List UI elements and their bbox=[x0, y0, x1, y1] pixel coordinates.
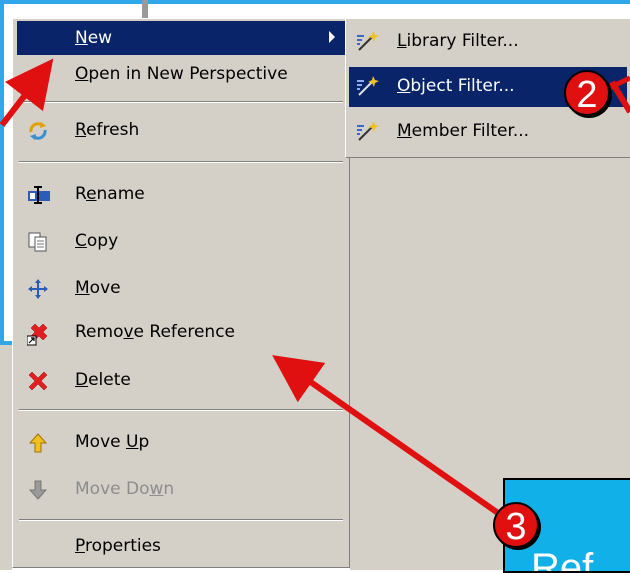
context-menu: New Open in New Perspective Refresh Rena… bbox=[12, 18, 350, 568]
submenu-arrow-icon bbox=[329, 31, 335, 43]
submenu-item-library-filter[interactable]: Library Filter... bbox=[349, 22, 627, 62]
callout-text: Ref bbox=[531, 546, 594, 573]
menu-separator bbox=[19, 101, 343, 103]
filter-wand-icon bbox=[355, 75, 381, 99]
filter-wand-icon bbox=[355, 30, 381, 54]
menu-item-label: Refresh bbox=[75, 120, 140, 140]
menu-item-rename[interactable]: Rename bbox=[17, 177, 345, 211]
menu-item-copy[interactable]: Copy bbox=[17, 224, 345, 258]
background-scrollbar-strip bbox=[142, 0, 148, 18]
menu-item-label: Remove Reference bbox=[75, 322, 235, 342]
delete-icon bbox=[27, 370, 49, 392]
menu-item-label: Open in New Perspective bbox=[75, 64, 288, 84]
menu-item-label: Move bbox=[75, 278, 121, 298]
rename-icon bbox=[27, 184, 50, 206]
background-frame-line-top bbox=[0, 0, 630, 4]
remove-reference-icon bbox=[26, 322, 49, 346]
menu-item-label: Move Up bbox=[75, 432, 150, 452]
menu-item-move[interactable]: Move bbox=[17, 271, 345, 305]
menu-item-refresh[interactable]: Refresh bbox=[17, 113, 345, 147]
menu-item-label: Delete bbox=[75, 370, 131, 390]
menu-item-label: Properties bbox=[75, 536, 161, 556]
menu-item-remove-reference[interactable]: Remove Reference bbox=[17, 315, 345, 349]
submenu-item-member-filter[interactable]: Member Filter... bbox=[349, 112, 627, 152]
menu-item-move-up[interactable]: Move Up bbox=[17, 425, 345, 459]
menu-item-delete[interactable]: Delete bbox=[17, 363, 345, 397]
menu-item-label: Copy bbox=[75, 231, 119, 251]
background-panel-left bbox=[0, 345, 12, 570]
callout-badge-3: 3 bbox=[493, 502, 539, 548]
menu-separator bbox=[19, 409, 343, 411]
menu-separator bbox=[19, 161, 343, 163]
submenu-item-label: Object Filter... bbox=[397, 76, 515, 96]
menu-item-properties[interactable]: Properties bbox=[17, 529, 345, 563]
arrow-down-icon bbox=[27, 479, 49, 501]
callout-badge-2: 2 bbox=[564, 70, 610, 116]
arrow-up-icon bbox=[27, 432, 49, 454]
menu-item-label: Move Down bbox=[75, 479, 175, 499]
menu-item-label: New bbox=[75, 28, 113, 48]
copy-icon bbox=[27, 231, 49, 253]
refresh-icon bbox=[27, 120, 49, 142]
submenu-item-label: Member Filter... bbox=[397, 121, 530, 141]
menu-item-new[interactable]: New bbox=[17, 21, 345, 55]
submenu-item-label: Library Filter... bbox=[397, 31, 519, 51]
menu-item-move-down: Move Down bbox=[17, 472, 345, 506]
background-frame-line-left bbox=[0, 0, 4, 345]
filter-wand-icon bbox=[355, 120, 381, 144]
menu-item-label: Rename bbox=[75, 184, 145, 204]
menu-separator bbox=[19, 519, 343, 521]
menu-item-open-in-new-perspective[interactable]: Open in New Perspective bbox=[17, 57, 345, 91]
move-icon bbox=[27, 278, 49, 300]
